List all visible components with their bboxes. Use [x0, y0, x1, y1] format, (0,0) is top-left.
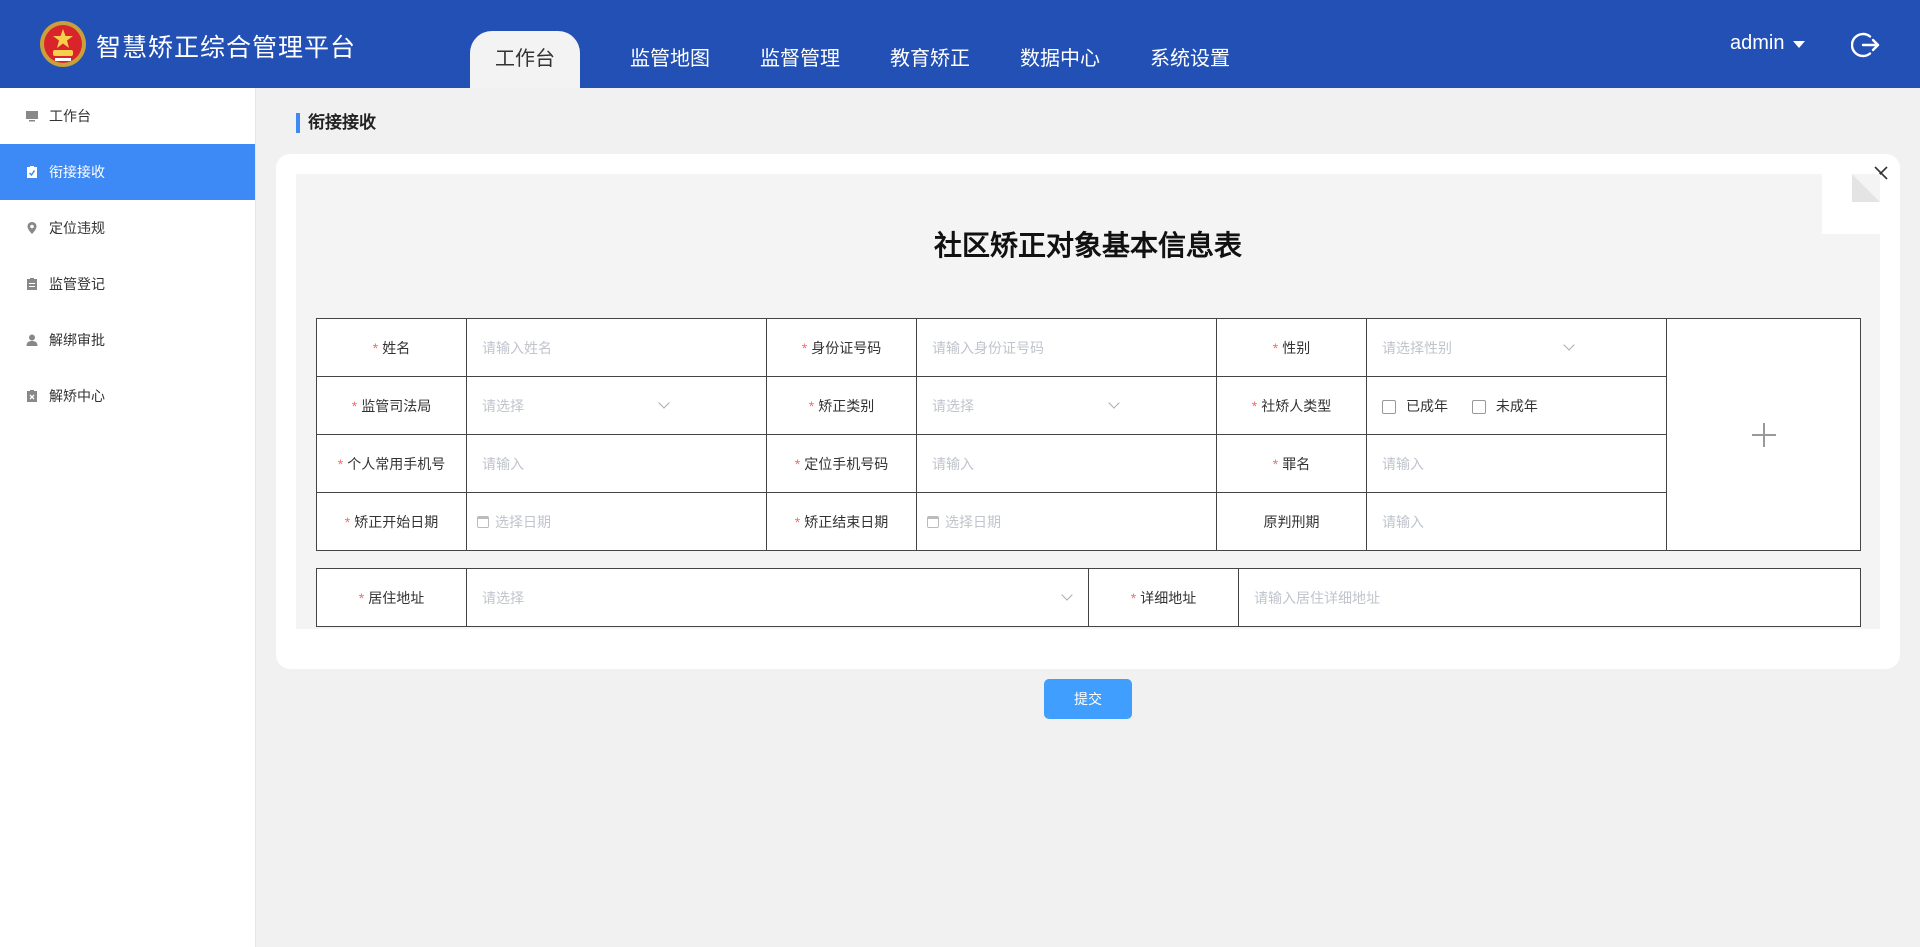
- adult-label: 已成年: [1406, 397, 1448, 414]
- tab-workbench[interactable]: 工作台: [470, 31, 580, 88]
- location-phone-label: * 定位手机号码: [766, 434, 917, 493]
- sidebar-item-unbind-approval[interactable]: 解绑审批: [0, 312, 255, 368]
- address-label: * 居住地址: [316, 568, 467, 627]
- logout-icon[interactable]: [1851, 30, 1881, 60]
- start-date-label: * 矫正开始日期: [316, 492, 467, 551]
- info-table: * 姓名 请输入姓名 * 身份证号码 请输入身份证号码 * 性别 请选择性别 * 监管司…: [316, 318, 1861, 551]
- person-type-group: 已成年 未成年: [1366, 376, 1667, 435]
- minor-label: 未成年: [1495, 397, 1538, 414]
- adult-checkbox[interactable]: [1382, 399, 1396, 414]
- start-date-picker[interactable]: 选择日期: [466, 492, 767, 551]
- detail-address-label: * 详细地址: [1088, 568, 1239, 627]
- sidebar-item-label: 衔接接收: [49, 164, 105, 180]
- sidebar-item-release-center[interactable]: 解矫中心: [0, 368, 255, 424]
- clipboard-check-icon: [27, 166, 37, 178]
- sidebar-item-label: 解矫中心: [49, 388, 105, 404]
- sidebar-item-workbench[interactable]: 工作台: [0, 88, 255, 144]
- caret-down-icon: [1793, 41, 1806, 48]
- clipboard-x-icon: [27, 390, 37, 402]
- sidebar-item-label: 工作台: [49, 108, 91, 124]
- detail-address-input[interactable]: 请输入居住详细地址: [1238, 568, 1861, 627]
- tab-system-settings[interactable]: 系统设置: [1150, 31, 1230, 88]
- sidebar-item-location-violation[interactable]: 定位违规: [0, 200, 255, 256]
- end-date-picker[interactable]: 选择日期: [916, 492, 1217, 551]
- id-number-input[interactable]: 请输入身份证号码: [916, 318, 1217, 377]
- crime-label: * 罪名: [1216, 434, 1367, 493]
- tab-supervision-map[interactable]: 监管地图: [630, 31, 710, 88]
- bureau-label: * 监管司法局: [316, 376, 467, 435]
- sidebar: 工作台 衔接接收 定位违规 监管登记 解绑审批 解矫中心: [0, 88, 256, 947]
- id-number-label: * 身份证号码: [766, 318, 917, 377]
- tab-education-correction[interactable]: 教育矫正: [890, 31, 970, 88]
- page-title: 衔接接收: [296, 113, 376, 133]
- calendar-icon: [477, 515, 489, 528]
- sidebar-item-label: 监管登记: [49, 276, 105, 292]
- sidebar-item-label: 定位违规: [49, 220, 105, 236]
- gender-label: * 性别: [1216, 318, 1367, 377]
- category-select[interactable]: 请选择: [916, 376, 1217, 435]
- chevron-down-icon: [1563, 339, 1575, 351]
- gender-select[interactable]: 请选择性别: [1366, 318, 1667, 377]
- person-type-label: * 社矫人类型: [1216, 376, 1367, 435]
- name-input[interactable]: 请输入姓名: [466, 318, 767, 377]
- bureau-select[interactable]: 请选择: [466, 376, 767, 435]
- sidebar-item-handover-receive[interactable]: 衔接接收: [0, 144, 255, 200]
- chevron-down-icon: [1061, 589, 1073, 601]
- name-label: * 姓名: [316, 318, 467, 377]
- user-menu[interactable]: admin: [1730, 32, 1806, 55]
- calendar-icon: [927, 515, 939, 528]
- form-card: 社区矫正对象基本信息表 * 姓名 请输入姓名 * 身份证号码 请输入身份证号码 * 性…: [276, 154, 1900, 669]
- chevron-down-icon: [658, 397, 670, 409]
- location-pin-icon: [27, 222, 37, 234]
- end-date-label: * 矫正结束日期: [766, 492, 917, 551]
- minor-checkbox[interactable]: [1471, 399, 1486, 414]
- app-title: 智慧矫正综合管理平台: [96, 34, 357, 62]
- emblem-logo-icon: [40, 21, 86, 67]
- tab-supervision-management[interactable]: 监督管理: [760, 31, 840, 88]
- top-header: 智慧矫正综合管理平台 工作台 监管地图 监督管理 教育矫正 数据中心 系统设置 …: [0, 0, 1920, 88]
- sidebar-item-supervision-register[interactable]: 监管登记: [0, 256, 255, 312]
- username: admin: [1730, 32, 1785, 54]
- monitor-icon: [26, 111, 38, 122]
- phone-label: * 个人常用手机号: [316, 434, 467, 493]
- clipboard-icon: [27, 278, 37, 290]
- sidebar-item-label: 解绑审批: [49, 332, 105, 348]
- tab-data-center[interactable]: 数据中心: [1020, 31, 1100, 88]
- phone-input[interactable]: 请输入: [466, 434, 767, 493]
- user-icon: [26, 334, 38, 346]
- form-panel: 社区矫正对象基本信息表 * 姓名 请输入姓名 * 身份证号码 请输入身份证号码 * 性…: [296, 174, 1880, 629]
- form-title: 社区矫正对象基本信息表: [933, 230, 1242, 261]
- address-table: * 居住地址 请选择 * 详细地址 请输入居住详细地址: [316, 568, 1861, 627]
- sentence-label: 原判刑期: [1216, 492, 1367, 551]
- plus-icon: [1751, 422, 1776, 447]
- category-label: * 矫正类别: [766, 376, 917, 435]
- chevron-down-icon: [1108, 397, 1120, 409]
- crime-input[interactable]: 请输入: [1366, 434, 1667, 493]
- submit-button[interactable]: 提交: [1044, 679, 1132, 719]
- photo-upload[interactable]: [1666, 318, 1861, 551]
- address-select[interactable]: 请选择: [466, 568, 1089, 627]
- main-nav: 工作台 监管地图 监督管理 教育矫正 数据中心 系统设置: [470, 31, 1280, 88]
- sentence-input[interactable]: 请输入: [1366, 492, 1667, 551]
- location-phone-input[interactable]: 请输入: [916, 434, 1217, 493]
